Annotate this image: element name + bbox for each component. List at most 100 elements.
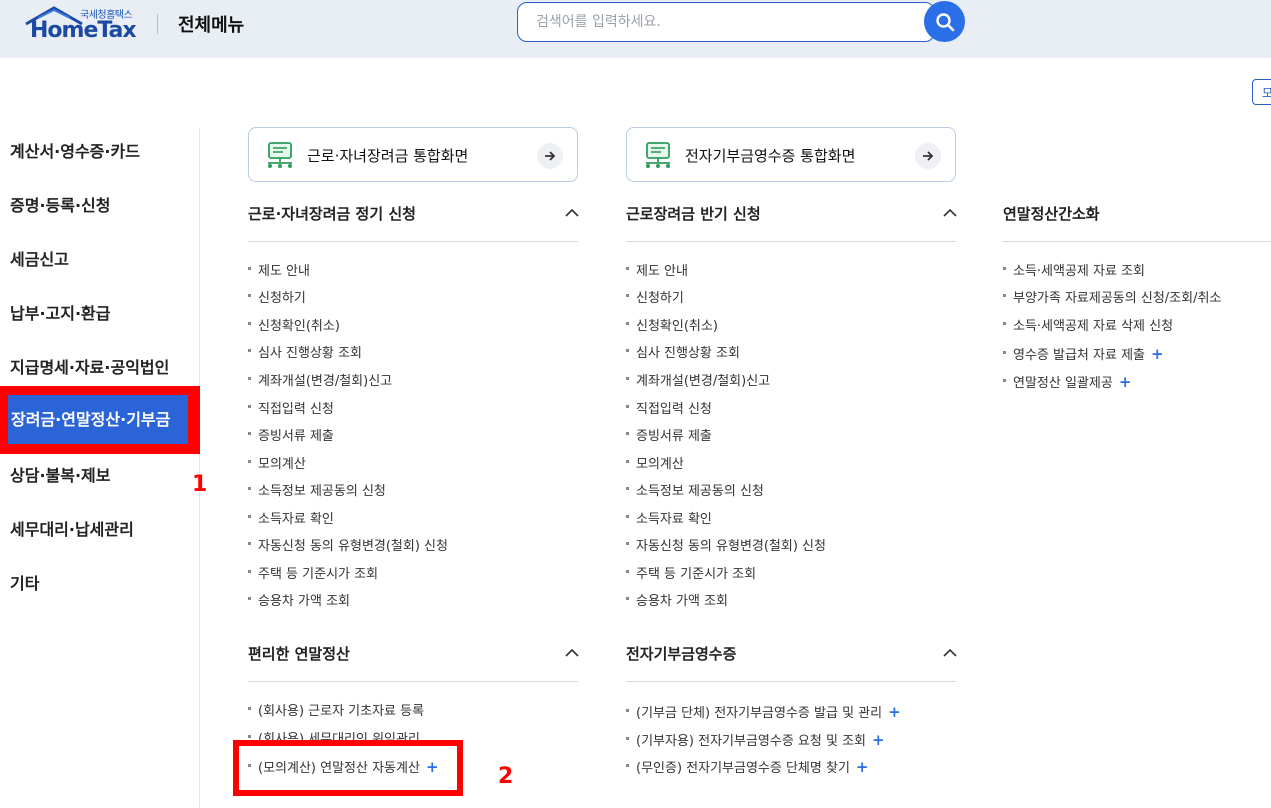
highlight-box (233, 740, 463, 796)
menu-link[interactable]: 신청확인(취소) (248, 318, 340, 336)
shortcut-incentive-integrated[interactable]: 근로·자녀장려금 통합화면 (248, 127, 578, 182)
hometax-logo[interactable]: 국세청홈택스 HomeTax (24, 4, 139, 46)
plus-icon[interactable]: + (872, 731, 885, 749)
chevron-up-icon[interactable] (565, 648, 579, 658)
plus-icon[interactable]: + (1151, 345, 1164, 363)
menu-link[interactable]: 모의계산 (626, 456, 684, 474)
chevron-up-icon[interactable] (943, 648, 957, 658)
menu-link-label: 소득·세액공제 자료 조회 (1013, 264, 1145, 279)
top-header: 국세청홈택스 HomeTax 전체메뉴 (0, 0, 1271, 58)
menu-link[interactable]: 신청하기 (248, 290, 306, 308)
arrow-right-icon (537, 143, 563, 169)
section-divider (626, 241, 956, 242)
edge-button[interactable]: 모 (1252, 79, 1271, 105)
menu-link[interactable]: (무인증) 전자기부금영수증 단체명 찾기 + (626, 758, 868, 776)
menu-link[interactable]: 모의계산 (248, 456, 306, 474)
menu-link[interactable]: 소득자료 확인 (626, 511, 712, 529)
section-title-incentive-half[interactable]: 근로장려금 반기 신청 (626, 203, 761, 224)
menu-link[interactable]: 소득정보 제공동의 신청 (248, 483, 386, 501)
arrow-right-icon (915, 143, 941, 169)
sidebar-item-payment[interactable]: 납부·고지·환급 (10, 292, 110, 336)
menu-link[interactable]: (기부금 단체) 전자기부금영수증 발급 및 관리 + (626, 703, 901, 721)
menu-link[interactable]: 주택 등 기준시가 조회 (248, 566, 378, 584)
bullet (626, 515, 629, 518)
menu-link[interactable]: 제도 안내 (248, 263, 310, 281)
menu-link[interactable]: (회사용) 근로자 기초자료 등록 (248, 703, 424, 721)
bullet (248, 349, 251, 352)
bullet (248, 322, 251, 325)
menu-link-label: 신청하기 (636, 291, 684, 306)
plus-icon[interactable]: + (856, 758, 869, 776)
menu-link[interactable]: 소득정보 제공동의 신청 (626, 483, 764, 501)
chevron-up-icon[interactable] (943, 208, 957, 218)
menu-link[interactable]: 소득·세액공제 자료 삭제 신청 (1003, 318, 1173, 336)
bullet (248, 735, 251, 738)
logo-wordmark: HomeTax (30, 18, 137, 43)
menu-link[interactable]: 신청하기 (626, 290, 684, 308)
sidebar-item-tax-agent[interactable]: 세무대리·납세관리 (10, 508, 134, 552)
menu-link[interactable]: 소득자료 확인 (248, 511, 334, 529)
menu-link[interactable]: 부양가족 자료제공동의 신청/조회/취소 (1003, 290, 1221, 308)
shortcut-donation-integrated[interactable]: 전자기부금영수증 통합화면 (626, 127, 956, 182)
bullet (626, 322, 629, 325)
section-divider (1003, 241, 1271, 242)
menu-link[interactable]: 증빙서류 제출 (626, 428, 712, 446)
computer-icon (646, 142, 670, 168)
menu-link[interactable]: 심사 진행상황 조회 (626, 345, 740, 363)
sidebar-item-incentive-active[interactable]: 장려금·연말정산·기부금 (0, 386, 200, 454)
menu-link[interactable]: 승용차 가액 조회 (626, 593, 728, 611)
bullet (248, 597, 251, 600)
menu-link[interactable]: 증빙서류 제출 (248, 428, 334, 446)
sidebar-item-etc[interactable]: 기타 (10, 562, 39, 606)
sidebar-item-payment-statement[interactable]: 지급명세·자료·공익법인 (10, 346, 169, 390)
menu-link[interactable]: 계좌개설(변경/철회)신고 (248, 373, 392, 391)
bullet (1003, 351, 1006, 354)
menu-link-label: 증빙서류 제출 (258, 429, 334, 444)
menu-link[interactable]: (기부자용) 전자기부금영수증 요청 및 조회 + (626, 731, 885, 749)
menu-link[interactable]: 계좌개설(변경/철회)신고 (626, 373, 770, 391)
menu-link-label: 제도 안내 (258, 264, 310, 279)
bullet (248, 405, 251, 408)
menu-link-label: 제도 안내 (636, 264, 688, 279)
menu-link[interactable]: 소득·세액공제 자료 조회 (1003, 263, 1145, 281)
menu-link[interactable]: 신청확인(취소) (626, 318, 718, 336)
search-button[interactable] (924, 1, 965, 42)
bullet (626, 377, 629, 380)
sidebar-item-certificate[interactable]: 증명·등록·신청 (10, 184, 110, 228)
menu-link[interactable]: 직접입력 신청 (626, 401, 712, 419)
menu-link[interactable]: 연말정산 일괄제공 + (1003, 373, 1131, 391)
section-title-e-donation[interactable]: 전자기부금영수증 (626, 643, 736, 664)
sidebar-item-invoice[interactable]: 계산서·영수증·카드 (10, 130, 140, 174)
plus-icon[interactable]: + (888, 703, 901, 721)
bullet (1003, 322, 1006, 325)
search-input[interactable] (536, 12, 916, 32)
menu-link[interactable]: 주택 등 기준시가 조회 (626, 566, 756, 584)
menu-link-label: 부양가족 자료제공동의 신청/조회/취소 (1013, 291, 1222, 306)
menu-link[interactable]: 직접입력 신청 (248, 401, 334, 419)
section-title-incentive-regular[interactable]: 근로·자녀장려금 정기 신청 (248, 203, 416, 224)
menu-link-label: 자동신청 동의 유형변경(철회) 신청 (636, 539, 826, 554)
menu-link[interactable]: 심사 진행상황 조회 (248, 345, 362, 363)
sidebar-item-tax-report[interactable]: 세금신고 (10, 238, 69, 282)
section-divider (626, 681, 956, 682)
chevron-up-icon[interactable] (565, 208, 579, 218)
menu-link[interactable]: 자동신청 동의 유형변경(철회) 신청 (626, 538, 826, 556)
menu-link-label: 소득·세액공제 자료 삭제 신청 (1013, 319, 1174, 334)
menu-link[interactable]: 제도 안내 (626, 263, 688, 281)
section-title-convenient[interactable]: 편리한 연말정산 (248, 643, 350, 664)
section-title-simplified[interactable]: 연말정산간소화 (1003, 203, 1100, 224)
menu-link-label: 소득정보 제공동의 신청 (636, 484, 764, 499)
menu-link[interactable]: 승용차 가액 조회 (248, 593, 350, 611)
menu-link-label: 모의계산 (636, 457, 684, 472)
bullet (626, 405, 629, 408)
bullet (248, 707, 251, 710)
menu-link[interactable]: 자동신청 동의 유형변경(철회) 신청 (248, 538, 448, 556)
menu-link-label: 연말정산 일괄제공 (1013, 376, 1113, 391)
menu-link-label: 신청하기 (258, 291, 306, 306)
bullet (1003, 294, 1006, 297)
bullet (626, 597, 629, 600)
sidebar-item-consult[interactable]: 상담·불복·제보 (10, 454, 110, 498)
annotation-number-1: 1 (192, 472, 208, 497)
plus-icon[interactable]: + (1119, 373, 1132, 391)
menu-link[interactable]: 영수증 발급처 자료 제출 + (1003, 345, 1164, 363)
